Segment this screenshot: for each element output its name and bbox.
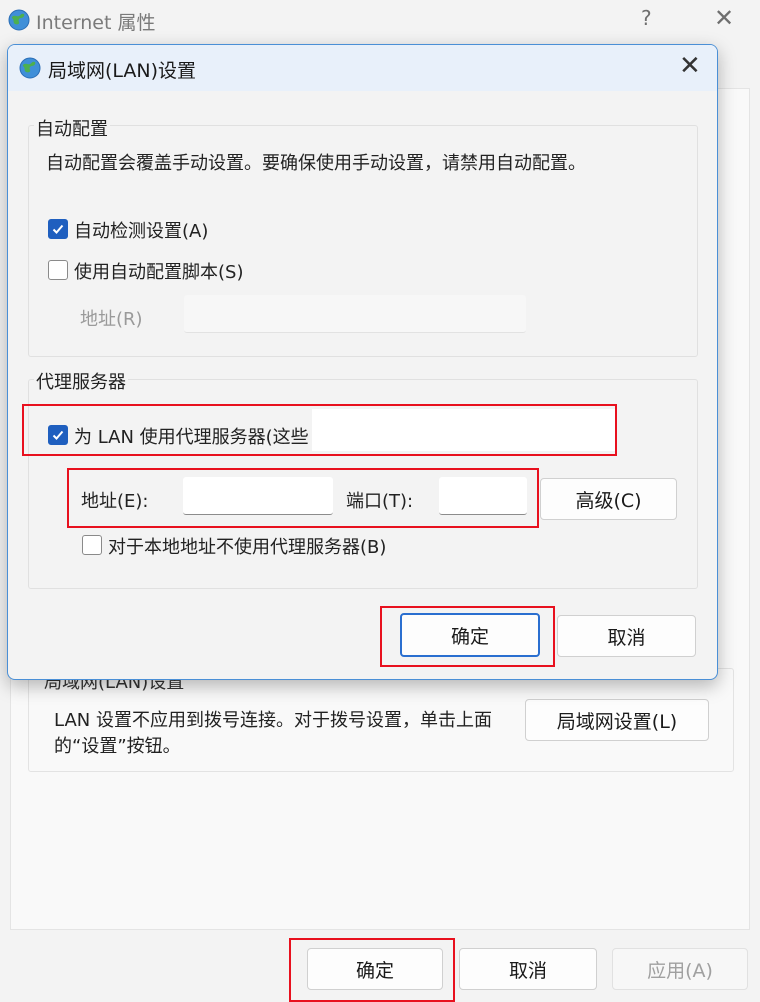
auto-detect-checkbox[interactable] (48, 219, 68, 239)
parent-titlebar: Internet 属性 ? ✕ (0, 0, 760, 40)
dialog-title: 局域网(LAN)设置 (48, 60, 197, 82)
use-script-checkbox[interactable] (48, 260, 68, 280)
use-proxy-checkbox[interactable] (48, 425, 68, 445)
auto-detect-label: 自动检测设置(A) (74, 221, 209, 242)
advanced-button[interactable]: 高级(C) (540, 478, 677, 520)
lan-settings-dialog: 局域网(LAN)设置 ✕ 自动配置 自动配置会覆盖手动设置。要确保使用手动设置，… (7, 44, 718, 680)
bypass-local-label: 对于本地地址不使用代理服务器(B) (108, 537, 387, 558)
globe-icon (8, 9, 30, 31)
auto-config-group-title: 自动配置 (34, 115, 110, 141)
lan-settings-description: LAN 设置不应用到拨号连接。对于拨号设置，单击上面的“设置”按钮。 (54, 710, 492, 757)
use-script-label: 使用自动配置脚本(S) (74, 262, 244, 283)
proxy-port-input[interactable] (439, 477, 527, 515)
dialog-titlebar: 局域网(LAN)设置 ✕ (8, 45, 717, 91)
dialog-cancel-button[interactable]: 取消 (557, 615, 696, 657)
use-proxy-label: 为 LAN 使用代理服务器(这些 (74, 427, 309, 448)
parent-cancel-button[interactable]: 取消 (459, 948, 597, 990)
parent-window-title: Internet 属性 (36, 12, 156, 34)
proxy-address-input[interactable] (183, 477, 333, 515)
dialog-ok-button[interactable]: 确定 (400, 613, 540, 657)
auto-config-description: 自动配置会覆盖手动设置。要确保使用手动设置，请禁用自动配置。 (46, 153, 586, 174)
apply-button[interactable]: 应用(A) (612, 948, 748, 990)
bypass-local-checkbox[interactable] (82, 535, 102, 555)
close-icon[interactable]: ✕ (714, 4, 734, 32)
script-address-input[interactable] (184, 295, 526, 333)
close-icon[interactable]: ✕ (679, 51, 701, 81)
checkmark-icon (52, 430, 64, 440)
script-address-label: 地址(R) (80, 309, 143, 330)
help-icon[interactable]: ? (641, 6, 652, 30)
proxy-address-label: 地址(E): (81, 491, 149, 512)
globe-icon (19, 57, 41, 79)
lan-settings-button[interactable]: 局域网设置(L) (525, 699, 709, 741)
redacted-area (312, 409, 616, 451)
checkmark-icon (52, 224, 64, 234)
proxy-port-label: 端口(T): (346, 491, 414, 512)
proxy-group-title: 代理服务器 (34, 368, 128, 394)
parent-ok-button[interactable]: 确定 (307, 948, 443, 990)
